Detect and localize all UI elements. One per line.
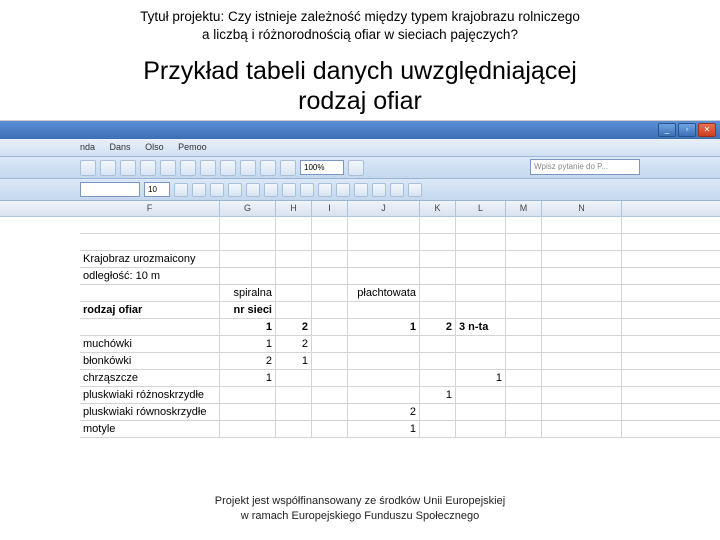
menu-item[interactable]: Olso xyxy=(145,142,164,152)
cut-icon[interactable] xyxy=(160,160,176,176)
cell-val[interactable]: 1 xyxy=(456,370,506,386)
cell-val[interactable]: 1 xyxy=(348,421,420,437)
colhdr-f[interactable]: F xyxy=(80,201,220,216)
footer-l1: Projekt jest współfinansowany ze środków… xyxy=(215,495,505,507)
maximize-button[interactable]: ▫ xyxy=(678,123,696,137)
undo-icon[interactable] xyxy=(220,160,236,176)
minimize-button[interactable]: _ xyxy=(658,123,676,137)
colhdr-k[interactable]: K xyxy=(420,201,456,216)
comma-icon[interactable] xyxy=(336,183,350,197)
font-combo[interactable] xyxy=(80,182,140,197)
zoom-combo[interactable]: 100% xyxy=(300,160,344,175)
bold-icon[interactable] xyxy=(174,183,188,197)
colhdr-g[interactable]: G xyxy=(220,201,276,216)
cell-plachtowata[interactable]: płachtowata xyxy=(348,285,420,301)
footer-text: Projekt jest współfinansowany ze środków… xyxy=(0,494,720,524)
align-left-icon[interactable] xyxy=(228,183,242,197)
indent-icon[interactable] xyxy=(354,183,368,197)
titlebar: _ ▫ ✕ xyxy=(0,121,720,139)
cell-knet-nta[interactable]: 3 n-ta xyxy=(456,319,506,335)
cell-net2[interactable]: 2 xyxy=(276,319,312,335)
chart-icon[interactable] xyxy=(280,160,296,176)
formatting-toolbar: 10 xyxy=(0,179,720,201)
excel-screenshot: _ ▫ ✕ nda Dans Olso Pemoo 100% Wpisz pyt… xyxy=(0,120,720,420)
copy-icon[interactable] xyxy=(180,160,196,176)
cell-val[interactable]: 2 xyxy=(276,336,312,352)
slide-heading-l2: rodzaj ofiar xyxy=(298,87,422,115)
underline-icon[interactable] xyxy=(210,183,224,197)
project-title-l2: a liczbą i różnorodnością ofiar w siecia… xyxy=(202,27,518,42)
align-center-icon[interactable] xyxy=(246,183,260,197)
row-muchowki[interactable]: muchówki xyxy=(80,336,220,352)
colhdr-h[interactable]: H xyxy=(276,201,312,216)
row-blonkowki[interactable]: błonkówki xyxy=(80,353,220,369)
percent-icon[interactable] xyxy=(318,183,332,197)
cell-nr-sieci[interactable]: nr sieci xyxy=(220,302,276,318)
colhdr-n[interactable]: N xyxy=(542,201,622,216)
colhdr-l[interactable]: L xyxy=(456,201,506,216)
cell-val[interactable]: 1 xyxy=(220,336,276,352)
cell-val[interactable]: 1 xyxy=(420,387,456,403)
new-icon[interactable] xyxy=(80,160,96,176)
redo-icon[interactable] xyxy=(240,160,256,176)
cell-net1[interactable]: 1 xyxy=(220,319,276,335)
slide-heading-l1: Przykład tabeli danych uwzględniającej xyxy=(143,57,577,85)
colhdr-m[interactable]: M xyxy=(506,201,542,216)
sort-icon[interactable] xyxy=(260,160,276,176)
cell-val[interactable]: 1 xyxy=(220,370,276,386)
close-button[interactable]: ✕ xyxy=(698,123,716,137)
window-controls: _ ▫ ✕ xyxy=(658,123,716,137)
cell-knet1[interactable]: 1 xyxy=(348,319,420,335)
menubar[interactable]: nda Dans Olso Pemoo xyxy=(0,139,720,157)
align-right-icon[interactable] xyxy=(264,183,278,197)
cell-rodzaj-ofiar[interactable]: rodzaj ofiar xyxy=(80,302,220,318)
row-pluskwiaki-r[interactable]: pluskwiaki różnoskrzydłe xyxy=(80,387,220,403)
cell-val[interactable]: 2 xyxy=(348,404,420,420)
merge-icon[interactable] xyxy=(282,183,296,197)
open-icon[interactable] xyxy=(100,160,116,176)
print-icon[interactable] xyxy=(140,160,156,176)
slide-heading: Przykład tabeli danych uwzględniającej r… xyxy=(0,48,720,120)
cell-distance[interactable]: odległość: 10 m xyxy=(80,268,220,284)
cell-knet2[interactable]: 2 xyxy=(420,319,456,335)
standard-toolbar: 100% Wpisz pytanie do P... xyxy=(0,157,720,179)
row-chrzaszcze[interactable]: chrząszcze xyxy=(80,370,220,386)
project-title-l1: Tytuł projektu: Czy istnieje zależność m… xyxy=(140,9,580,24)
fillcolor-icon[interactable] xyxy=(390,183,404,197)
cell-val[interactable]: 1 xyxy=(276,353,312,369)
colhdr-i[interactable]: I xyxy=(312,201,348,216)
row-motyle[interactable]: motyle xyxy=(80,421,220,437)
help-icon[interactable] xyxy=(348,160,364,176)
column-headers: F G H I J K L M N xyxy=(0,201,720,217)
menu-item[interactable]: Pemoo xyxy=(178,142,207,152)
colhdr-j[interactable]: J xyxy=(348,201,420,216)
paste-icon[interactable] xyxy=(200,160,216,176)
cell-val[interactable]: 2 xyxy=(220,353,276,369)
menu-item[interactable]: nda xyxy=(80,142,95,152)
spreadsheet-grid[interactable]: Krajobraz urozmaicony odległość: 10 m sp… xyxy=(0,217,720,438)
save-icon[interactable] xyxy=(120,160,136,176)
project-title: Tytuł projektu: Czy istnieje zależność m… xyxy=(0,0,720,48)
cell-landscape[interactable]: Krajobraz urozmaicony xyxy=(80,251,220,267)
cell-spiralna[interactable]: spiralna xyxy=(220,285,276,301)
fontsize-combo[interactable]: 10 xyxy=(144,182,170,197)
borders-icon[interactable] xyxy=(372,183,386,197)
menu-item[interactable]: Dans xyxy=(110,142,131,152)
help-search-input[interactable]: Wpisz pytanie do P... xyxy=(530,159,640,175)
fontcolor-icon[interactable] xyxy=(408,183,422,197)
italic-icon[interactable] xyxy=(192,183,206,197)
currency-icon[interactable] xyxy=(300,183,314,197)
row-pluskwiaki-w[interactable]: pluskwiaki równoskrzydłe xyxy=(80,404,220,420)
footer-l2: w ramach Europejskiego Funduszu Społeczn… xyxy=(241,510,479,522)
